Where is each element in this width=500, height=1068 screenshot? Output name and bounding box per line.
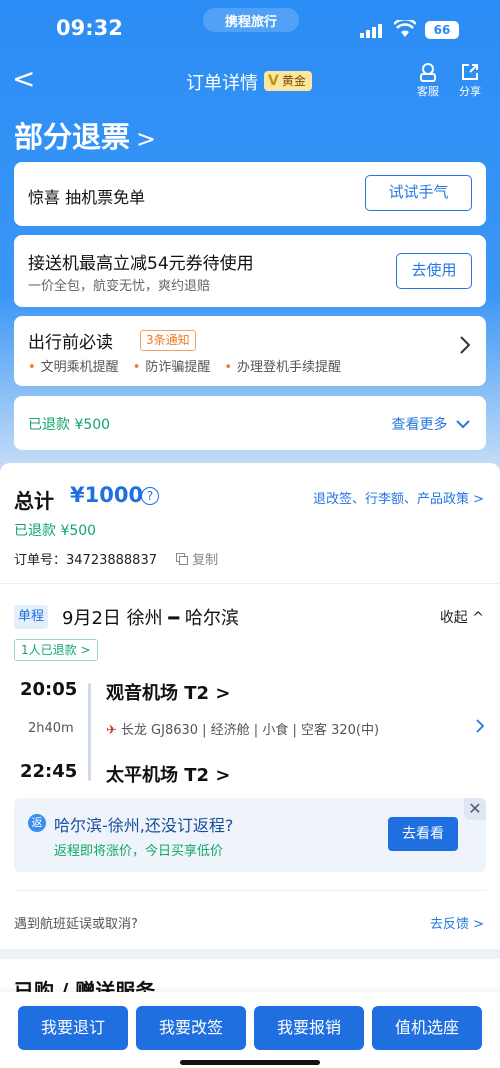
home-indicator: [180, 1060, 320, 1065]
flight-timeline: [88, 683, 91, 781]
view-more-label: 查看更多: [391, 417, 448, 433]
order-status-heading[interactable]: 部分退票 >: [14, 114, 156, 156]
view-return-button[interactable]: 去看看: [388, 817, 458, 851]
share-icon: [462, 64, 478, 80]
status-bar: 09:32 携程旅行 66: [0, 0, 500, 58]
arrival-time: 22:45: [20, 761, 78, 782]
chevron-right-icon: >: [136, 125, 157, 153]
refunded-passengers-tag[interactable]: 1人已退款 >: [14, 639, 98, 661]
copy-label: 复制: [192, 553, 219, 568]
checkin-seat-button[interactable]: 值机选座: [372, 1006, 482, 1050]
nav-bar: < 订单详情 V 黄金 客服 分享: [0, 58, 500, 106]
delay-question: 遇到航班延误或取消?: [14, 917, 138, 932]
transfer-coupon-title: 接送机最高立减54元券待使用: [28, 254, 254, 274]
crown-icon: V: [268, 73, 279, 89]
page-title: 订单详情: [186, 73, 258, 94]
one-way-tag: 单程: [14, 605, 49, 629]
use-coupon-button[interactable]: 去使用: [396, 253, 472, 289]
customer-service-label: 客服: [417, 85, 439, 98]
status-time: 09:32: [56, 16, 123, 40]
flight-info[interactable]: ✈ 长龙 GJ8630 | 经济舱 | 小食 | 空客 320(中): [106, 719, 379, 738]
order-detail-sheet: 总计 ¥1000 ? 退改签、行李额、产品政策 > 已退款 ¥500 订单号：3…: [0, 463, 500, 1068]
return-promo-subtitle: 返程即将涨价，今日买享低价: [54, 844, 224, 859]
travel-notice-title: 出行前必读: [28, 333, 113, 353]
travel-notice-card[interactable]: 出行前必读 3条通知 文明乘机提醒 防诈骗提醒 办理登机手续提醒: [14, 316, 486, 386]
flight-duration: 2h40m: [28, 721, 74, 736]
view-more-link[interactable]: 查看更多: [392, 414, 470, 434]
lucky-draw-card: 惊喜 抽机票免单 试试手气: [14, 162, 486, 226]
signal-icon: [360, 24, 382, 38]
lucky-draw-text: 惊喜 抽机票免单: [28, 188, 146, 207]
flight-route: 9月2日 徐州 ━ 哈尔滨: [62, 608, 239, 629]
bottom-action-bar: 我要退订 我要改签 我要报销 值机选座: [0, 992, 500, 1068]
notice-item: 防诈骗提醒: [133, 356, 210, 375]
notice-list: 文明乘机提醒 防诈骗提醒 办理登机手续提醒: [28, 356, 341, 375]
help-icon[interactable]: ?: [141, 487, 159, 505]
refund-amount: 已退款 ¥500: [28, 417, 111, 433]
refund-button[interactable]: 我要退订: [18, 1006, 128, 1050]
copy-button[interactable]: 复制: [176, 549, 218, 568]
refund-summary-card: 已退款 ¥500 查看更多: [14, 396, 486, 450]
divider: [0, 583, 500, 584]
feedback-link[interactable]: 去反馈 >: [430, 913, 484, 932]
order-number: 订单号：34723888837: [14, 553, 157, 568]
return-badge-icon: 返: [28, 814, 46, 832]
notice-item: 文明乘机提醒: [28, 356, 119, 375]
total-label: 总计: [14, 489, 54, 513]
customer-service-button[interactable]: 客服: [410, 62, 446, 99]
copy-icon: [176, 553, 188, 565]
chevron-right-icon: [460, 336, 470, 354]
try-luck-button[interactable]: 试试手气: [365, 175, 472, 211]
transfer-coupon-card: 接送机最高立减54元券待使用 一价全包，航变无忧，爽约退赔 去使用: [14, 235, 486, 307]
policy-link[interactable]: 退改签、行李额、产品政策 >: [313, 488, 484, 507]
refunded-amount: 已退款 ¥500: [14, 523, 97, 539]
close-icon[interactable]: ✕: [464, 798, 486, 820]
back-button[interactable]: <: [12, 64, 35, 94]
share-button[interactable]: 分享: [452, 62, 488, 99]
transfer-coupon-subtitle: 一价全包，航变无忧，爽约退赔: [28, 279, 211, 294]
member-level-label: 黄金: [281, 74, 306, 88]
chevron-down-icon: [456, 420, 470, 429]
divider: [14, 890, 486, 891]
departure-time: 20:05: [20, 679, 78, 700]
return-promo-title: 哈尔滨-徐州,还没订返程?: [54, 816, 234, 835]
notice-count-badge: 3条通知: [140, 330, 196, 351]
departure-airport[interactable]: 观音机场 T2 >: [106, 679, 230, 705]
collapse-toggle[interactable]: 收起 ^: [440, 607, 484, 627]
notice-item: 办理登机手续提醒: [224, 356, 341, 375]
wifi-icon: [394, 20, 416, 37]
chevron-right-icon: [476, 719, 484, 733]
member-level-badge: V 黄金: [264, 71, 312, 91]
section-gap: [0, 949, 500, 959]
airline-info-text: 长龙 GJ8630 | 经济舱 | 小食 | 空客 320(中): [120, 723, 380, 738]
return-flight-promo: 返 哈尔滨-徐州,还没订返程? 返程即将涨价，今日买享低价 去看看 ✕: [14, 798, 486, 872]
reimburse-button[interactable]: 我要报销: [254, 1006, 364, 1050]
app-brand-pill: 携程旅行: [203, 8, 299, 32]
headset-icon: [420, 63, 436, 82]
airline-logo-icon: ✈: [106, 723, 117, 738]
change-ticket-button[interactable]: 我要改签: [136, 1006, 246, 1050]
arrival-airport[interactable]: 太平机场 T2 >: [106, 761, 230, 787]
share-label: 分享: [459, 85, 481, 98]
battery-indicator: 66: [425, 21, 459, 39]
total-amount: ¥1000: [70, 483, 144, 507]
order-status-text: 部分退票: [14, 120, 131, 154]
